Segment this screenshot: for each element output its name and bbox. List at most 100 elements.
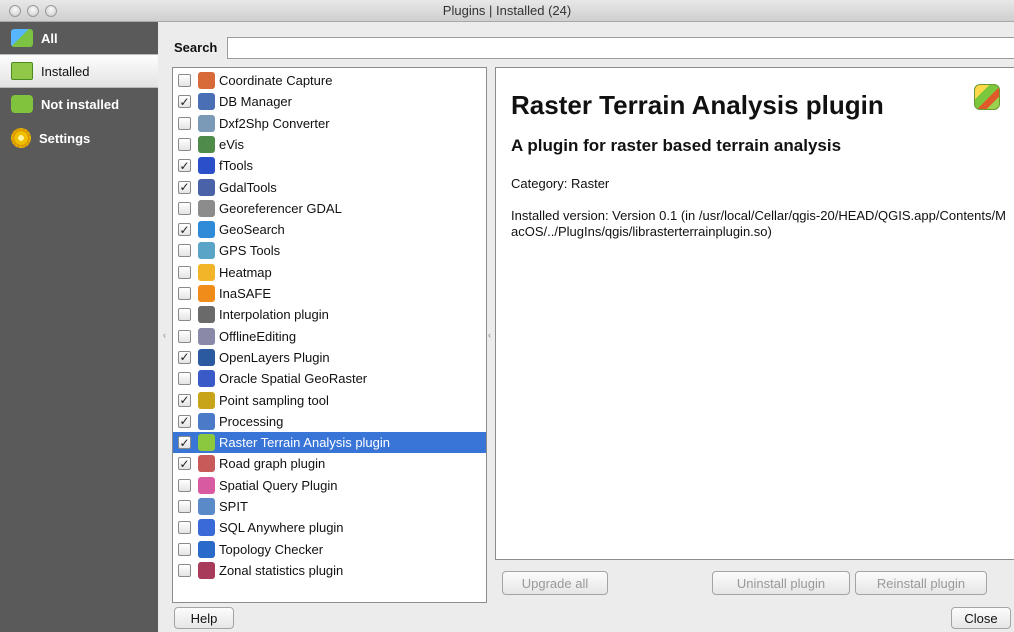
plugin-icon — [198, 221, 215, 239]
plugin-row[interactable]: SQL Anywhere plugin — [173, 517, 486, 538]
plugin-list[interactable]: Coordinate Capture ✓ DB Manager Dxf2Shp Con… — [172, 67, 487, 603]
help-button[interactable]: Help — [174, 607, 234, 629]
plugin-enable-checkbox[interactable]: ✓ — [178, 414, 191, 428]
plugin-row[interactable]: ✓ GeoSearch — [173, 219, 486, 240]
plugin-row[interactable]: Heatmap — [173, 262, 486, 283]
plugin-icon — [198, 285, 215, 302]
plugin-name: Interpolation plugin — [219, 307, 329, 323]
plugin-name: Road graph plugin — [219, 456, 326, 472]
plugin-description: A plugin for raster based terrain analys… — [511, 136, 842, 155]
sidebar-item-all[interactable]: All — [0, 22, 158, 54]
plugin-name: Topology Checker — [219, 541, 324, 557]
settings-gear-icon — [11, 128, 31, 148]
plugin-enable-checkbox[interactable]: ✓ — [178, 223, 191, 237]
plugin-icon — [198, 157, 215, 175]
plugin-row[interactable]: Zonal statistics plugin — [173, 560, 486, 581]
plugin-icon — [198, 498, 215, 515]
uninstall-plugin-button[interactable]: Uninstall plugin — [712, 571, 850, 595]
plugin-enable-checkbox[interactable] — [178, 478, 191, 492]
plugin-name: Georeferencer GDAL — [219, 200, 342, 216]
plugin-row[interactable]: ✓ OpenLayers Plugin — [173, 347, 486, 368]
plugin-enable-checkbox[interactable]: ✓ — [178, 95, 191, 109]
plugin-enable-checkbox[interactable] — [178, 201, 191, 215]
plugin-enable-checkbox[interactable]: ✓ — [178, 180, 191, 194]
reinstall-plugin-button[interactable]: Reinstall plugin — [855, 571, 987, 595]
plugin-name: GPS Tools — [219, 243, 281, 259]
plugin-enable-checkbox[interactable] — [178, 329, 191, 343]
plugin-row[interactable]: ✓ Processing — [173, 411, 486, 432]
plugin-enable-checkbox[interactable]: ✓ — [178, 350, 191, 364]
plugin-enable-checkbox[interactable]: ✓ — [178, 457, 191, 471]
plugin-row[interactable]: Interpolation plugin — [173, 304, 486, 325]
plugin-row[interactable]: OfflineEditing — [173, 326, 486, 347]
plugin-row[interactable]: InaSAFE — [173, 283, 486, 304]
plugin-row[interactable]: GPS Tools — [173, 240, 486, 261]
plugin-row[interactable]: SPIT — [173, 496, 486, 517]
plugin-name: InaSAFE — [219, 286, 272, 301]
search-input[interactable] — [227, 37, 1014, 59]
plugin-icon — [198, 348, 215, 366]
plugin-enable-checkbox[interactable] — [178, 265, 191, 279]
plugin-enable-checkbox[interactable] — [178, 542, 191, 556]
plugin-name: Processing — [219, 413, 284, 429]
plugin-row[interactable]: ✓ Raster Terrain Analysis plugin — [173, 432, 486, 454]
search-label: Search — [174, 40, 218, 55]
plugin-row[interactable]: Georeferencer GDAL — [173, 198, 486, 219]
plugin-enable-checkbox[interactable] — [178, 74, 191, 87]
plugin-icon — [198, 72, 215, 89]
plugin-name: Raster Terrain Analysis plugin — [219, 435, 391, 451]
plugin-row[interactable]: ✓ Road graph plugin — [173, 453, 486, 474]
plugin-name: eVis — [219, 136, 245, 152]
plugin-icon — [198, 370, 215, 388]
plugin-enable-checkbox[interactable] — [178, 563, 191, 577]
plugin-name: SPIT — [219, 499, 248, 514]
plugin-enable-checkbox[interactable] — [178, 521, 191, 535]
plugin-row[interactable]: Oracle Spatial GeoRaster — [173, 368, 486, 389]
plugin-name: GeoSearch — [219, 222, 285, 238]
plugin-row[interactable]: Coordinate Capture — [173, 70, 486, 91]
splitter-handle[interactable]: ‹ — [488, 330, 491, 340]
plugin-enable-checkbox[interactable] — [178, 116, 191, 130]
plugin-icon — [198, 391, 215, 409]
plugin-enable-checkbox[interactable] — [178, 500, 191, 513]
plugin-enable-checkbox[interactable] — [178, 308, 191, 322]
close-button[interactable]: Close — [951, 607, 1011, 629]
plugin-enable-checkbox[interactable]: ✓ — [178, 393, 191, 407]
plugin-name: Heatmap — [219, 264, 272, 280]
plugin-enable-checkbox[interactable]: ✓ — [178, 159, 191, 173]
plugin-row[interactable]: Topology Checker — [173, 539, 486, 560]
plugin-enable-checkbox[interactable] — [178, 137, 191, 151]
plugin-name: Coordinate Capture — [219, 73, 333, 88]
sidebar-item-settings[interactable]: Settings — [0, 122, 158, 154]
plugin-row[interactable]: ✓ fTools — [173, 155, 486, 176]
plugin-row[interactable]: ✓ GdalTools — [173, 177, 486, 198]
sidebar-item-installed[interactable]: Installed — [0, 54, 158, 88]
plugin-icon — [198, 199, 215, 217]
plugin-enable-checkbox[interactable] — [178, 372, 191, 386]
sidebar-item-label: All — [41, 30, 58, 46]
installed-plugins-icon — [11, 62, 33, 80]
plugin-enable-checkbox[interactable] — [178, 287, 191, 300]
plugin-enable-checkbox[interactable] — [178, 244, 191, 258]
plugin-icon — [198, 114, 215, 132]
plugin-name: fTools — [219, 158, 253, 174]
raster-terrain-plugin-icon — [974, 84, 1000, 110]
splitter-handle[interactable]: ‹ — [163, 330, 166, 340]
all-plugins-icon — [11, 29, 33, 47]
plugin-icon — [198, 135, 215, 153]
sidebar-item-label: Not installed — [41, 96, 120, 112]
plugin-row[interactable]: eVis — [173, 134, 486, 155]
sidebar-item-not-installed[interactable]: Not installed — [0, 88, 158, 120]
plugin-name: Zonal statistics plugin — [219, 562, 344, 578]
plugin-icon — [198, 561, 215, 579]
plugin-icon — [198, 242, 215, 260]
not-installed-icon — [11, 95, 33, 113]
upgrade-all-button[interactable]: Upgrade all — [502, 571, 608, 595]
plugin-row[interactable]: Dxf2Shp Converter — [173, 113, 486, 134]
plugin-row[interactable]: ✓ Point sampling tool — [173, 390, 486, 411]
plugin-name: DB Manager — [219, 94, 292, 110]
plugin-enable-checkbox[interactable]: ✓ — [178, 436, 191, 450]
plugin-row[interactable]: ✓ DB Manager — [173, 91, 486, 112]
plugin-name: OpenLayers Plugin — [219, 349, 330, 365]
plugin-row[interactable]: Spatial Query Plugin — [173, 475, 486, 496]
